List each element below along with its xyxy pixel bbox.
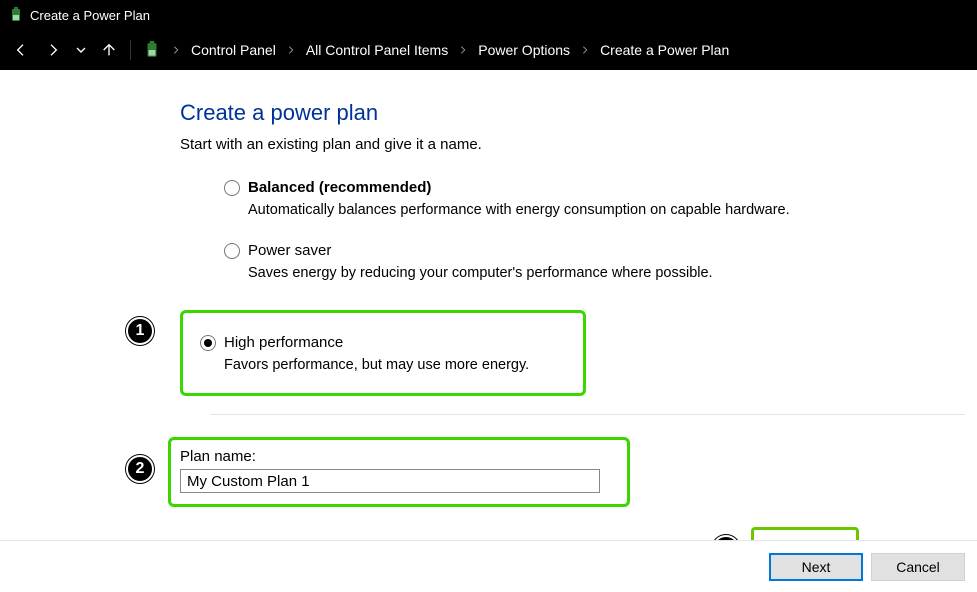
plan-label: High performance [224,334,343,351]
page-subtitle: Start with an existing plan and give it … [180,136,977,153]
plan-desc: Saves energy by reducing your computer's… [248,265,924,281]
breadcrumb-item[interactable]: All Control Panel Items [306,42,448,58]
radio-powersaver[interactable] [224,243,240,259]
plan-label: Power saver [248,242,331,259]
radio-highperf[interactable] [200,335,216,351]
plan-option-powersaver[interactable]: Power saver Saves energy by reducing you… [224,242,924,281]
battery-app-icon [8,7,24,23]
nav-divider [130,40,131,60]
titlebar: Create a Power Plan [0,0,977,30]
chevron-right-icon [171,42,181,58]
footer: Next Cancel [0,540,977,592]
forward-button[interactable] [40,37,66,63]
plan-name-block: Plan name: My Custom Plan 1 [180,448,620,493]
breadcrumb-item[interactable]: Power Options [478,42,570,58]
plan-desc: Favors performance, but may use more ene… [224,357,580,373]
plan-option-balanced[interactable]: Balanced (recommended) Automatically bal… [224,179,924,218]
chevron-right-icon [580,42,590,58]
step-badge-1: 1 [126,317,154,345]
radio-balanced[interactable] [224,180,240,196]
window-title: Create a Power Plan [30,8,150,23]
recent-locations-button[interactable] [72,37,90,63]
plan-option-highperf[interactable]: High performance Favors performance, but… [200,334,580,373]
step-badge-2: 2 [126,455,154,483]
breadcrumb-item[interactable]: Control Panel [191,42,276,58]
plan-name-label: Plan name: [180,448,620,465]
up-button[interactable] [96,37,122,63]
navbar: Control Panel All Control Panel Items Po… [0,30,977,70]
next-button[interactable]: Next [769,553,863,581]
back-button[interactable] [8,37,34,63]
breadcrumb-item[interactable]: Create a Power Plan [600,42,729,58]
divider [210,414,965,415]
chevron-right-icon [458,42,468,58]
plan-name-input[interactable]: My Custom Plan 1 [180,469,600,493]
plan-label: Balanced (recommended) [248,179,431,196]
battery-location-icon [143,41,161,59]
cancel-button[interactable]: Cancel [871,553,965,581]
breadcrumb: Control Panel All Control Panel Items Po… [143,41,729,59]
plan-desc: Automatically balances performance with … [248,202,924,218]
page-title: Create a power plan [180,100,977,126]
chevron-right-icon [286,42,296,58]
